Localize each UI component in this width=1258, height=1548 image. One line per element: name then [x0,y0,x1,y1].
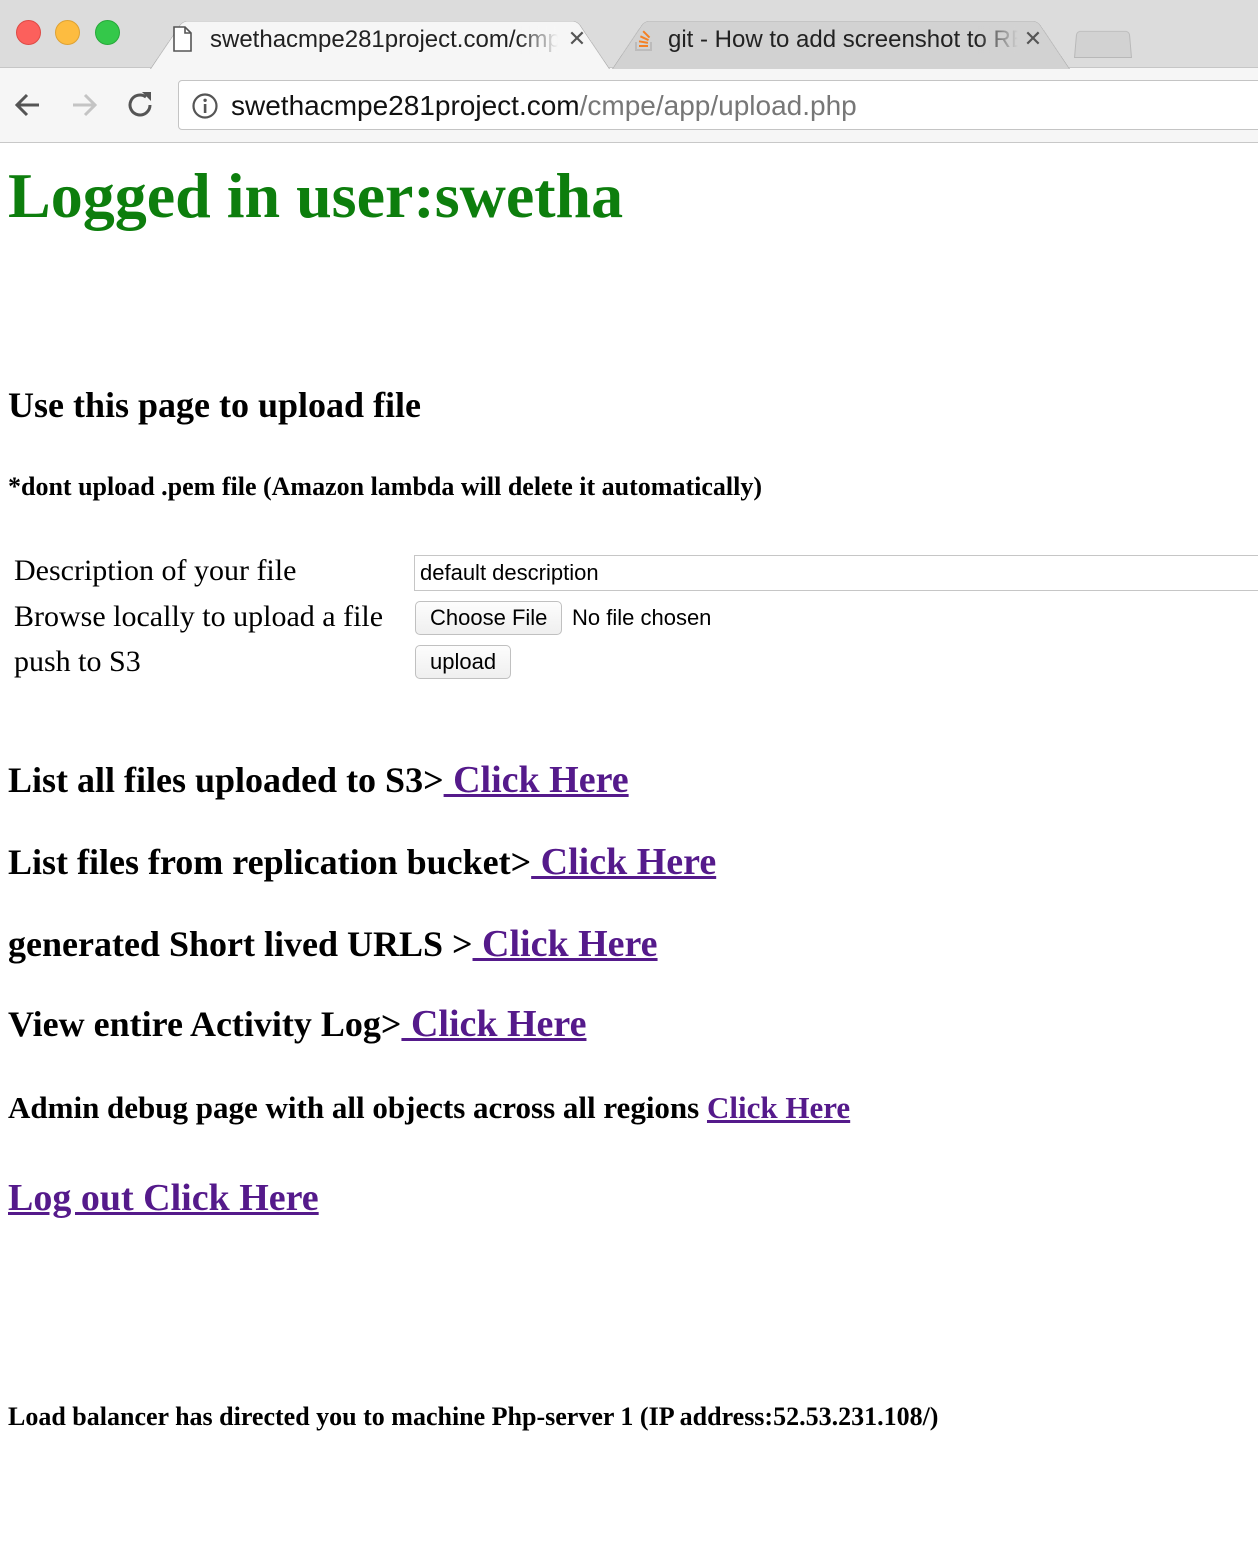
admin-debug-link[interactable]: Click Here [707,1090,850,1125]
short-lived-urls-label: generated Short lived URLS > [8,924,473,964]
replication-bucket-label: List files from replication bucket> [8,842,532,882]
new-tab-button[interactable] [1074,28,1132,58]
tab-strip: git - How to add screenshot to README ✕ … [0,0,1258,69]
pem-warning: *dont upload .pem file (Amazon lambda wi… [8,472,762,501]
push-label: push to S3 [14,645,141,678]
info-icon[interactable] [191,92,219,120]
replication-bucket-row: List files from replication bucket> Clic… [8,840,716,884]
upload-button[interactable]: upload [415,645,512,679]
logged-in-heading: Logged in user:swetha [8,160,624,231]
activity-log-link[interactable]: Click Here [401,1003,587,1045]
reload-icon[interactable] [123,88,157,122]
short-lived-urls-row: generated Short lived URLS > Click Here [8,922,658,966]
page-icon [172,26,192,52]
maximize-window-button[interactable] [95,20,120,45]
tab-title: swethacmpe281project.com/cmpe/app/upload… [210,26,558,54]
activity-log-label: View entire Activity Log> [8,1004,402,1044]
tab-upload[interactable]: swethacmpe281project.com/cmpe/app/upload… [150,12,610,69]
description-input[interactable] [414,555,1258,591]
close-window-button[interactable] [16,20,41,45]
list-s3-files-row: List all files uploaded to S3> Click Her… [8,758,629,802]
choose-file-button[interactable]: Choose File [415,601,563,635]
list-s3-files-label: List all files uploaded to S3> [8,760,444,800]
logout-link[interactable]: Log out Click Here [8,1176,319,1220]
forward-arrow-icon[interactable] [67,88,101,122]
load-balancer-footer: Load balancer has directed you to machin… [8,1402,939,1431]
activity-log-row: View entire Activity Log> Click Here [8,1002,586,1046]
stackoverflow-icon [634,26,654,52]
browser-toolbar: swethacmpe281project.com/cmpe/app/upload… [0,68,1258,143]
tab-title: git - How to add screenshot to README [668,26,1018,54]
replication-bucket-link[interactable]: Click Here [531,841,717,883]
address-url: swethacmpe281project.com/cmpe/app/upload… [231,90,857,121]
list-s3-files-link[interactable]: Click Here [444,759,629,801]
no-file-chosen-text: No file chosen [572,605,712,630]
close-tab-icon[interactable]: ✕ [1022,26,1044,54]
upload-heading: Use this page to upload file [8,385,422,425]
short-lived-urls-link[interactable]: Click Here [473,923,658,965]
back-arrow-icon[interactable] [11,88,45,122]
minimize-window-button[interactable] [55,20,80,45]
admin-debug-label: Admin debug page with all objects across… [8,1090,707,1125]
browse-label: Browse locally to upload a file [14,600,384,633]
admin-debug-row: Admin debug page with all objects across… [8,1089,850,1127]
description-label: Description of your file [14,554,297,587]
address-bar[interactable]: swethacmpe281project.com/cmpe/app/upload… [178,80,1258,130]
close-tab-icon[interactable]: ✕ [566,26,588,54]
tab-stackoverflow[interactable]: git - How to add screenshot to README ✕ [612,12,1070,69]
